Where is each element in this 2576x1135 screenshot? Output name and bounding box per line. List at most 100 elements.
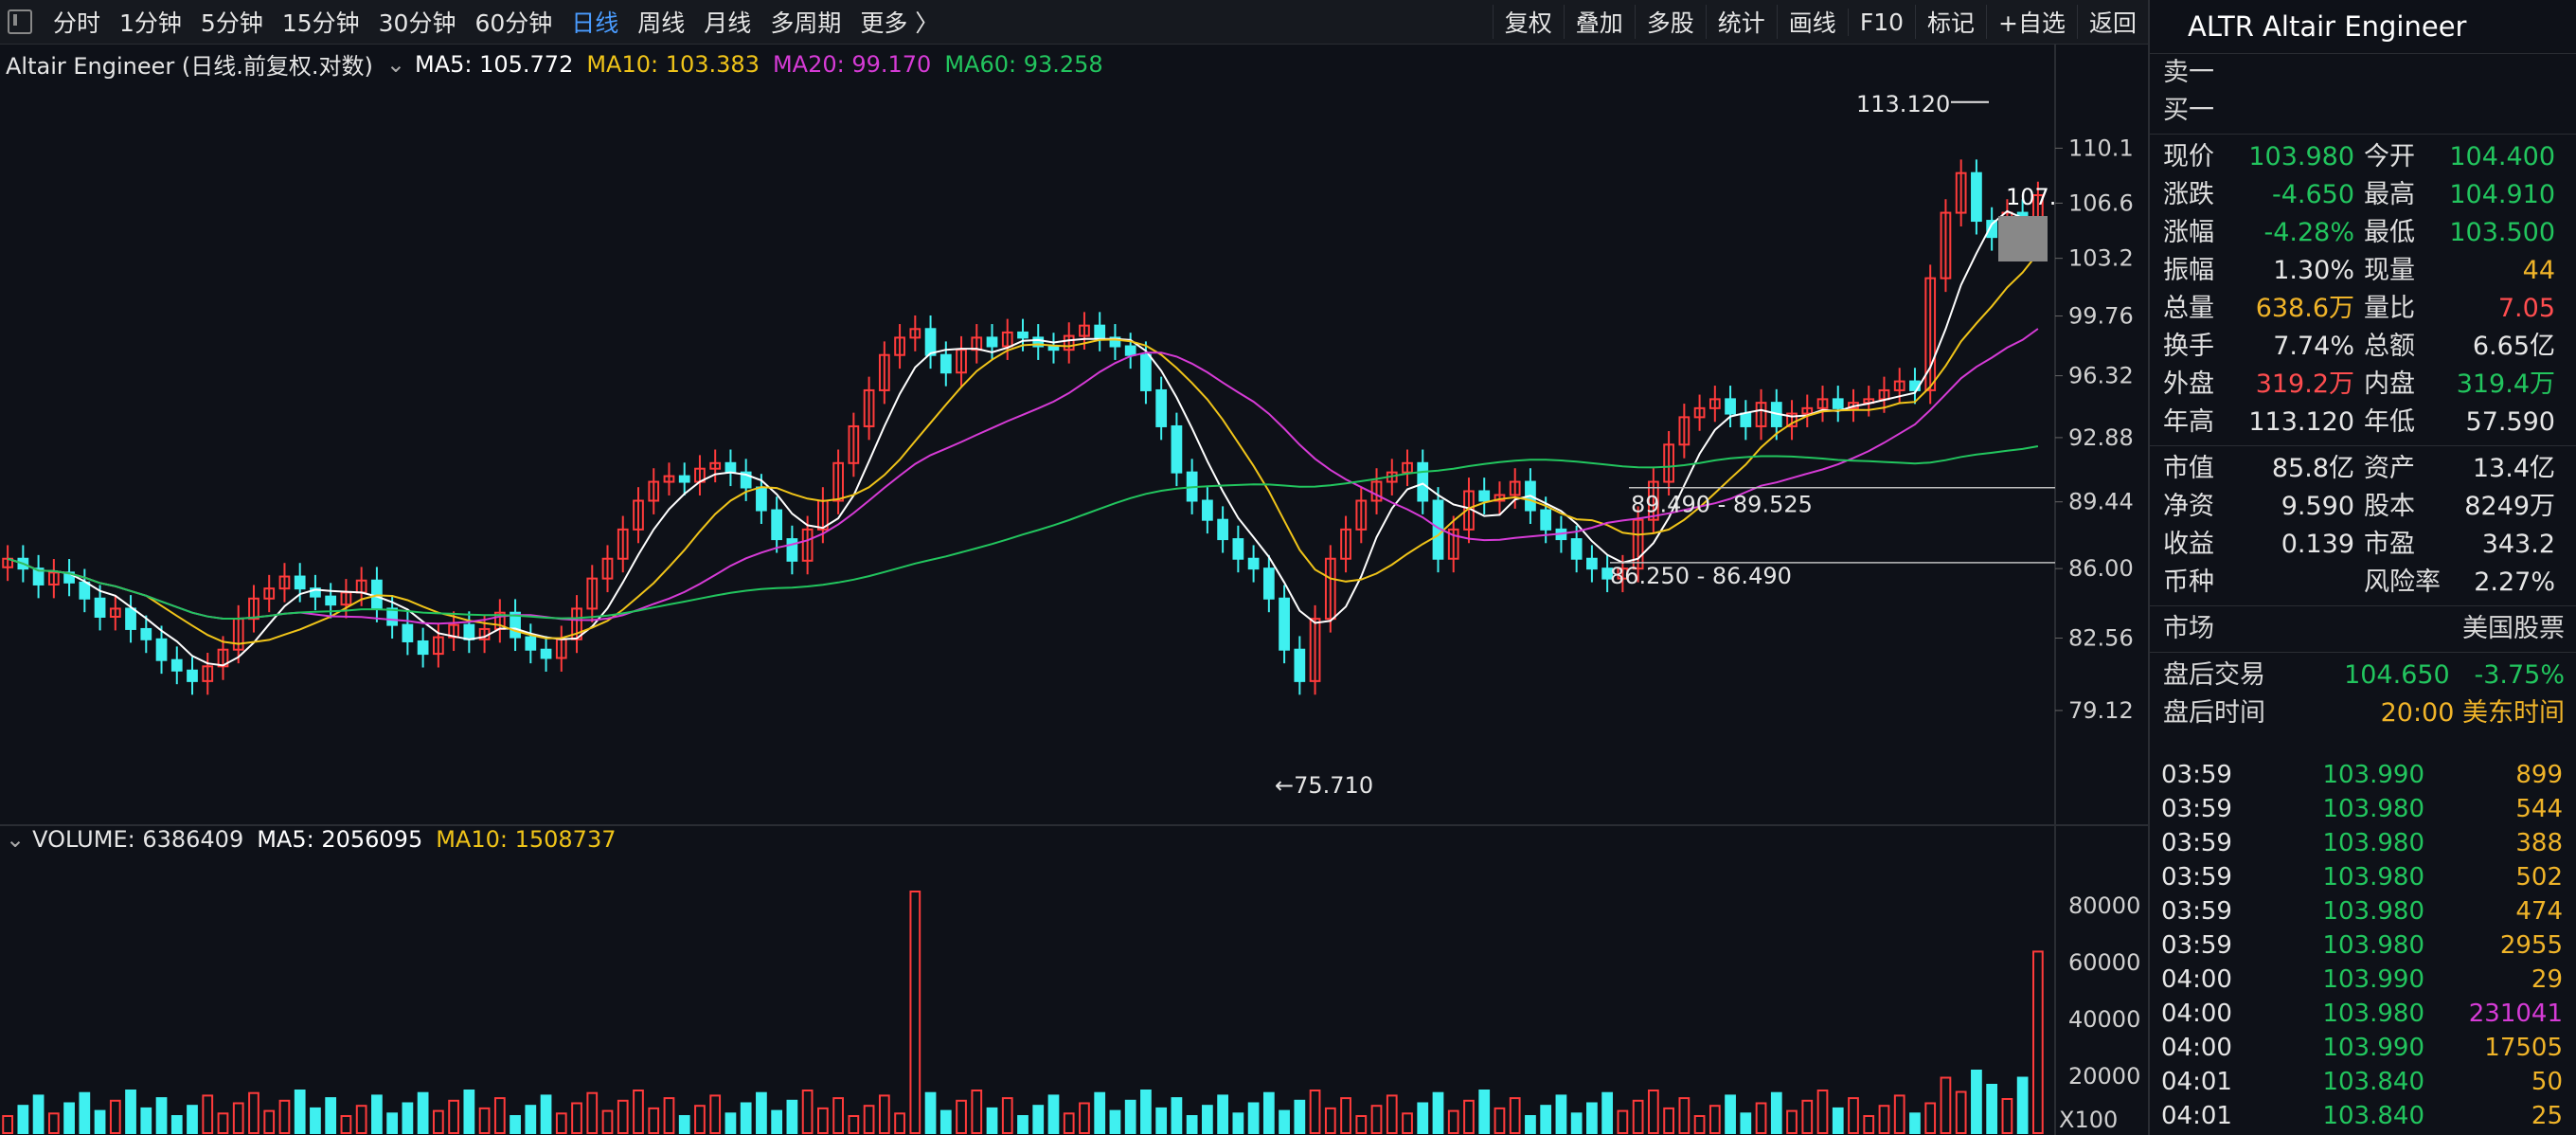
tool-button-4[interactable]: 画线 bbox=[1776, 5, 1848, 39]
tick-volume: 2955 bbox=[2499, 931, 2563, 960]
period-tab-3[interactable]: 15分钟 bbox=[273, 5, 369, 39]
volume-bar bbox=[1617, 1109, 1629, 1134]
volume-bar bbox=[694, 1105, 706, 1134]
quote-cell: 收益 0.139 bbox=[2163, 526, 2364, 564]
volume-bar bbox=[232, 1102, 244, 1134]
chevron-down-icon[interactable]: ⌄ bbox=[6, 826, 25, 853]
volume-bar bbox=[663, 1097, 675, 1134]
volume-bar bbox=[402, 1102, 414, 1134]
candle-body bbox=[525, 636, 537, 651]
candle-body bbox=[1202, 499, 1213, 521]
tick-volume: 25 bbox=[2531, 1102, 2563, 1130]
volume-bar bbox=[1955, 1090, 1967, 1134]
quote-value: 57.590 bbox=[2465, 407, 2555, 437]
volume-bar bbox=[1063, 1112, 1075, 1135]
volume-bar bbox=[1094, 1091, 1106, 1134]
volume-bar bbox=[1816, 1090, 1829, 1134]
candle-body bbox=[94, 597, 106, 618]
tool-button-7[interactable]: +自选 bbox=[1986, 5, 2077, 39]
tick-time: 03:59 bbox=[2161, 863, 2232, 892]
period-tab-2[interactable]: 5分钟 bbox=[191, 5, 273, 39]
volume-bar bbox=[1663, 1107, 1674, 1135]
tick-time: 04:00 bbox=[2161, 1034, 2232, 1062]
tool-button-5[interactable]: F10 bbox=[1847, 8, 1915, 36]
candle-body bbox=[294, 575, 306, 590]
volume-bar bbox=[1447, 1109, 1459, 1134]
volume-bar bbox=[1109, 1109, 1121, 1134]
quote-value: 104.400 bbox=[2449, 142, 2555, 171]
period-tab-7[interactable]: 周线 bbox=[628, 5, 694, 39]
tick-price: 103.980 bbox=[2322, 1000, 2424, 1028]
quote-value: -4.650 bbox=[2271, 180, 2354, 209]
ma5-label: MA5: 105.772 bbox=[414, 50, 574, 78]
after-time-label: 盘后时间 bbox=[2163, 698, 2265, 728]
candle-body bbox=[756, 486, 767, 512]
quote-value: 7.05 bbox=[2497, 294, 2555, 323]
candle-body bbox=[1171, 424, 1183, 474]
candle-body bbox=[1155, 388, 1168, 427]
market-label: 市场 bbox=[2163, 614, 2214, 643]
volume-axis-label: 20000 bbox=[2068, 1063, 2140, 1090]
quote-value: 9.590 bbox=[2281, 492, 2354, 521]
quote-row: 换手 7.74% 总额 6.65亿 bbox=[2150, 328, 2576, 366]
period-tab-6[interactable]: 日线 bbox=[562, 5, 628, 39]
stock-desc: Altair Engineer (日线.前复权.对数) bbox=[6, 53, 373, 80]
candle-body bbox=[1832, 398, 1844, 409]
volume-bar bbox=[939, 1109, 952, 1134]
quote-row: 现价 103.980 今开 104.400 bbox=[2150, 138, 2576, 176]
tick-row: 04:01 103.840 50 bbox=[2148, 1065, 2576, 1099]
volume-bar bbox=[1294, 1099, 1306, 1135]
volume-bar bbox=[1848, 1097, 1859, 1134]
volume-bar bbox=[1494, 1107, 1506, 1135]
volume-bar bbox=[1417, 1102, 1429, 1134]
tick-volume: 544 bbox=[2515, 795, 2563, 823]
volume-bar bbox=[971, 1090, 983, 1134]
period-tab-10[interactable]: 更多 〉 bbox=[850, 5, 948, 39]
volume-bar bbox=[1217, 1094, 1228, 1135]
tool-button-8[interactable]: 返回 bbox=[2076, 5, 2148, 39]
quote-row: 收益 0.139 市盈 343.2 bbox=[2150, 526, 2576, 564]
tick-time: 03:59 bbox=[2161, 897, 2232, 926]
volume-bar bbox=[540, 1094, 552, 1135]
volume-bar bbox=[1478, 1090, 1491, 1134]
tool-button-3[interactable]: 统计 bbox=[1705, 5, 1777, 39]
tick-list[interactable]: 03:59 103.990 899 03:59 103.980 544 03:59 103.9… bbox=[2148, 758, 2576, 1133]
tick-time: 04:00 bbox=[2161, 965, 2232, 994]
period-tab-8[interactable]: 月线 bbox=[694, 5, 760, 39]
tick-row: 03:59 103.980 474 bbox=[2148, 894, 2576, 928]
period-tab-5[interactable]: 60分钟 bbox=[465, 5, 562, 39]
quote-label: 币种 bbox=[2163, 568, 2214, 597]
volume-bar bbox=[586, 1091, 599, 1134]
quote-cell: 换手 7.74% bbox=[2163, 328, 2364, 366]
period-tab-1[interactable]: 1分钟 bbox=[110, 5, 191, 39]
volume-bar bbox=[1909, 1112, 1921, 1135]
tool-button-0[interactable]: 复权 bbox=[1492, 5, 1564, 39]
volume-bar bbox=[63, 1102, 75, 1134]
ma20-label: MA20: 99.170 bbox=[772, 50, 932, 78]
period-tab-4[interactable]: 30分钟 bbox=[369, 5, 466, 39]
tool-button-6[interactable]: 标记 bbox=[1915, 5, 1986, 39]
candle-body bbox=[1017, 331, 1029, 339]
ma60-label: MA60: 93.258 bbox=[944, 50, 1103, 78]
sidebar-toggle-icon[interactable] bbox=[8, 9, 32, 34]
ma-legend: Altair Engineer (日线.前复权.对数) ⌄ MA5: 105.7… bbox=[6, 47, 1117, 81]
tick-price: 103.840 bbox=[2322, 1068, 2424, 1096]
period-tab-0[interactable]: 分时 bbox=[44, 5, 110, 39]
chevron-down-icon[interactable]: ⌄ bbox=[386, 51, 405, 78]
tool-button-2[interactable]: 多股 bbox=[1634, 5, 1706, 39]
candle-body bbox=[170, 658, 183, 672]
quote-label: 市盈 bbox=[2364, 530, 2415, 559]
quote-row: 市值 85.8亿 资产 13.4亿 bbox=[2150, 450, 2576, 488]
tool-button-1[interactable]: 叠加 bbox=[1563, 5, 1635, 39]
volume-bar bbox=[1786, 1109, 1798, 1134]
volume-bar bbox=[1878, 1105, 1890, 1134]
volume-bar bbox=[1186, 1115, 1198, 1134]
period-tab-9[interactable]: 多周期 bbox=[760, 5, 850, 39]
volume-bar bbox=[648, 1107, 660, 1135]
candle-body bbox=[1971, 171, 1982, 223]
volume-bar bbox=[109, 1099, 121, 1135]
quote-value: 343.2 bbox=[2481, 530, 2555, 559]
volume-unit: X100 bbox=[2059, 1107, 2118, 1133]
volume-bar bbox=[1340, 1097, 1351, 1134]
kline-chart[interactable]: 110.1 106.6 103.2 99.76 96.32 92.88 89.44 86.00… bbox=[0, 44, 2148, 1135]
